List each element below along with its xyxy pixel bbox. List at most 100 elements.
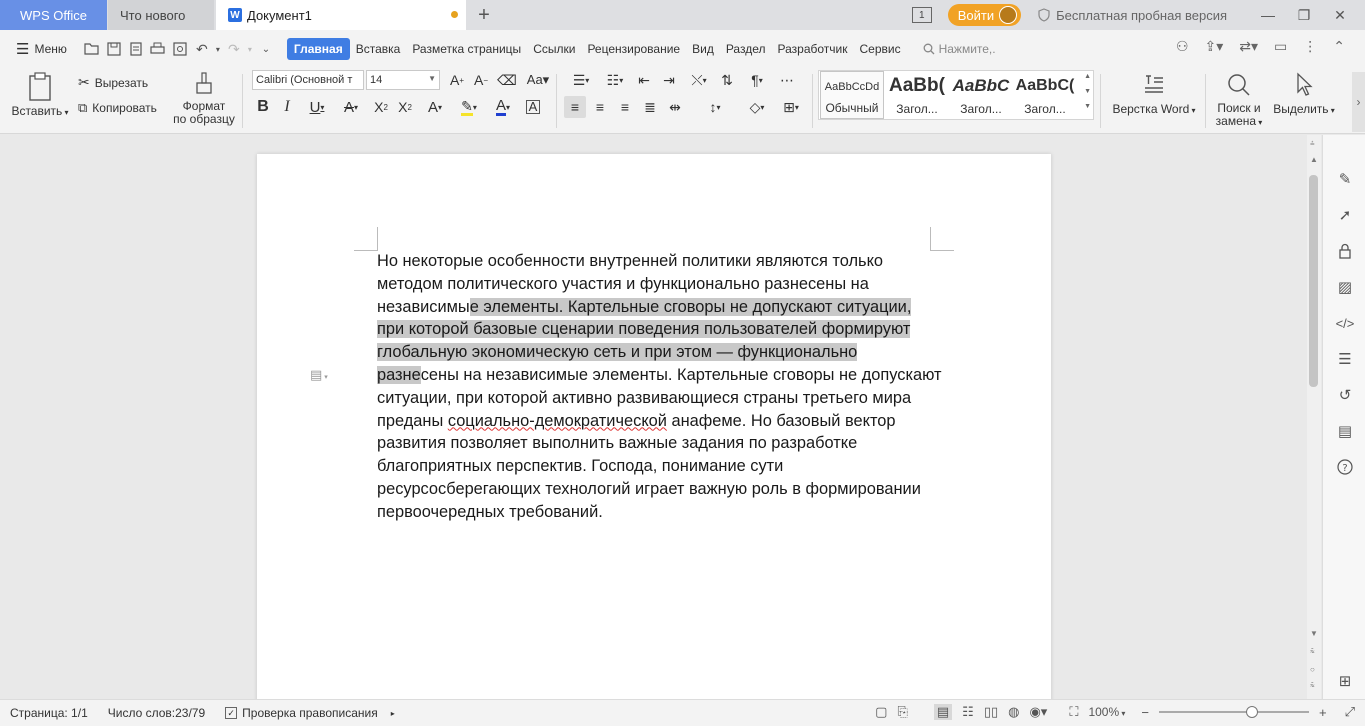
- tab-review[interactable]: Рецензирование: [581, 38, 686, 60]
- show-marks-icon[interactable]: ¶ ▾: [742, 69, 772, 91]
- page-view-icon[interactable]: ▤: [933, 704, 953, 720]
- print-preview-icon[interactable]: [169, 38, 191, 60]
- font-name-select[interactable]: Calibri (Основной т: [252, 70, 364, 90]
- style-normal[interactable]: AaBbCcDd Обычный: [820, 71, 884, 119]
- font-size-select[interactable]: 14 ▼: [366, 70, 440, 90]
- redo-dropdown-icon[interactable]: ▾: [245, 38, 255, 60]
- browse-object-icon[interactable]: ○: [1310, 665, 1315, 674]
- sync-icon[interactable]: ⇄▾: [1239, 38, 1258, 55]
- style-heading-2[interactable]: AaBbC Загол...: [950, 71, 1012, 119]
- shading-icon[interactable]: ◇ ▾: [742, 96, 772, 118]
- login-button[interactable]: Войти: [947, 4, 1022, 26]
- table-lines-icon[interactable]: ⋯: [776, 69, 798, 91]
- select-cursor-icon[interactable]: ➚: [1335, 205, 1355, 225]
- clear-format-icon[interactable]: ⌫: [496, 69, 518, 91]
- undo-icon[interactable]: ↶: [191, 38, 213, 60]
- tab-section[interactable]: Раздел: [720, 38, 772, 60]
- bold-icon[interactable]: B: [252, 96, 274, 118]
- decrease-indent-icon[interactable]: ⇤: [633, 69, 655, 91]
- zoom-slider[interactable]: [1159, 706, 1309, 718]
- format-painter-button[interactable]: Формат по образцу: [172, 71, 236, 126]
- restore-button[interactable]: ❐: [1289, 7, 1319, 24]
- line-spacing-icon[interactable]: ↕ ▾: [700, 96, 730, 118]
- document-page[interactable]: Но некоторые особенности внутренней поли…: [257, 154, 1051, 699]
- reading-view-icon[interactable]: ▯▯: [984, 704, 998, 720]
- new-tab-button[interactable]: +: [466, 0, 502, 30]
- page-indicator[interactable]: Страница: 1/1: [0, 706, 98, 720]
- pen-edit-icon[interactable]: ✎: [1335, 169, 1355, 189]
- paste-button[interactable]: Вставить ▾: [10, 72, 70, 118]
- code-icon[interactable]: </>: [1335, 313, 1355, 333]
- scroll-down-icon[interactable]: ▼: [1310, 629, 1318, 638]
- minimize-button[interactable]: —: [1253, 7, 1283, 23]
- change-case-icon[interactable]: Aa▾: [524, 69, 552, 91]
- undo-dropdown-icon[interactable]: ▾: [213, 38, 223, 60]
- styles-more-icon[interactable]: ▼: [1084, 103, 1091, 110]
- word-count[interactable]: Число слов:23/79: [98, 706, 215, 720]
- cut-button[interactable]: ✂ Вырезать: [78, 74, 148, 91]
- strikethrough-icon[interactable]: A ▾: [336, 96, 366, 118]
- vertical-scrollbar[interactable]: ⩮ ▲ ▼ ⩯ ○ ⩯: [1307, 135, 1321, 699]
- zoom-slider-knob[interactable]: [1246, 706, 1258, 718]
- print-icon[interactable]: [147, 38, 169, 60]
- redo-icon[interactable]: ↷: [223, 38, 245, 60]
- ribbon-expand-arrow-icon[interactable]: ›: [1352, 72, 1365, 132]
- prev-page-icon[interactable]: ⩯: [1310, 647, 1315, 657]
- document-text[interactable]: Но некоторые особенности внутренней поли…: [377, 250, 942, 524]
- superscript-icon[interactable]: X2: [370, 96, 392, 118]
- history-icon[interactable]: ↺: [1335, 385, 1355, 405]
- align-right-icon[interactable]: ≡: [614, 96, 636, 118]
- increase-indent-icon[interactable]: ⇥: [658, 69, 680, 91]
- text-effects-icon[interactable]: A ▾: [420, 96, 450, 118]
- scroll-top-icon[interactable]: ⩮: [1310, 139, 1315, 149]
- help-icon[interactable]: ?: [1335, 457, 1355, 477]
- tab-whats-new[interactable]: Что нового: [108, 0, 214, 30]
- collapse-ribbon-icon[interactable]: ⌃: [1333, 38, 1345, 55]
- quick-access-more-icon[interactable]: ⌄: [255, 38, 277, 60]
- fullscreen-icon[interactable]: ⤢: [1345, 704, 1355, 720]
- share-user-icon[interactable]: ⚇: [1176, 38, 1189, 55]
- align-left-icon[interactable]: ≡: [564, 96, 586, 118]
- borders-icon[interactable]: ⊞ ▾: [776, 96, 806, 118]
- eye-protection-icon[interactable]: ◉▾: [1029, 704, 1047, 720]
- find-replace-button[interactable]: Поиск и замена ▾: [1210, 72, 1268, 129]
- align-center-icon[interactable]: ≡: [589, 96, 611, 118]
- numbered-list-icon[interactable]: ☷ ▾: [600, 69, 630, 91]
- subscript-icon[interactable]: X2: [394, 96, 416, 118]
- comment-icon[interactable]: ▭: [1274, 38, 1287, 55]
- distribute-icon[interactable]: ⇹: [664, 96, 686, 118]
- style-heading-1[interactable]: AaBb( Загол...: [886, 71, 948, 119]
- select-button[interactable]: Выделить ▾: [1272, 72, 1336, 116]
- style-heading-3[interactable]: AaBbC( Загол...: [1014, 71, 1076, 119]
- tab-tools[interactable]: Сервис: [853, 38, 906, 60]
- sort-icon[interactable]: ⇅: [716, 69, 738, 91]
- word-layout-button[interactable]: Верстка Word ▾: [1110, 72, 1198, 116]
- tab-page-layout[interactable]: Разметка страницы: [406, 38, 527, 60]
- more-options-icon[interactable]: ⋮: [1303, 38, 1317, 55]
- next-page-icon[interactable]: ⩯: [1310, 681, 1315, 691]
- styles-scroll-up-icon[interactable]: ▲: [1084, 73, 1091, 80]
- trial-button[interactable]: Бесплатная пробная версия: [1037, 8, 1227, 23]
- font-shrink-icon[interactable]: A −: [470, 69, 492, 91]
- copy-button[interactable]: ⧉ Копировать: [78, 100, 157, 116]
- scroll-thumb[interactable]: [1309, 175, 1318, 387]
- command-search[interactable]: Нажмите,.: [923, 42, 996, 56]
- text-direction-icon[interactable]: ⤬ ▾: [684, 69, 714, 91]
- protect-doc-icon[interactable]: ▢: [875, 704, 887, 720]
- save-icon[interactable]: [103, 38, 125, 60]
- scroll-up-icon[interactable]: ▲: [1310, 155, 1318, 164]
- lock-icon[interactable]: [1335, 241, 1355, 261]
- close-button[interactable]: ✕: [1325, 7, 1355, 24]
- sliders-icon[interactable]: ☰: [1335, 349, 1355, 369]
- underline-icon[interactable]: U ▾: [302, 96, 332, 118]
- styles-scroll-down-icon[interactable]: ▼: [1084, 88, 1091, 95]
- zoom-in-icon[interactable]: +: [1319, 705, 1327, 720]
- open-folder-icon[interactable]: [81, 38, 103, 60]
- spell-check-toggle[interactable]: ✓ Проверка правописания ▸: [215, 706, 405, 720]
- tab-wps-office[interactable]: WPS Office: [0, 0, 107, 30]
- tab-home[interactable]: Главная: [286, 38, 350, 60]
- zoom-out-icon[interactable]: −: [1141, 705, 1149, 720]
- tab-developer[interactable]: Разработчик: [772, 38, 854, 60]
- char-border-icon[interactable]: A: [522, 96, 544, 118]
- web-view-icon[interactable]: ◍: [1008, 704, 1019, 720]
